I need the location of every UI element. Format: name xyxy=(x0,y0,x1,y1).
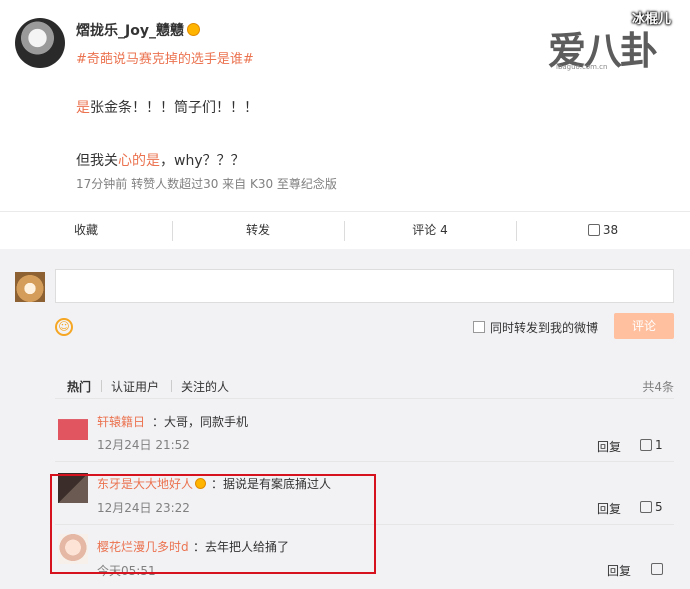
reply-button[interactable]: 回复 xyxy=(597,500,621,517)
watermark-url: ibaguo.com.cn xyxy=(556,63,608,71)
emoji-icon[interactable]: ☺ xyxy=(55,318,73,336)
post-text-line1: 是张金条！！！筒子们！！！ xyxy=(76,97,258,117)
tab-following[interactable]: 关注的人 xyxy=(181,378,229,395)
reply-button[interactable]: 回复 xyxy=(607,562,631,579)
reply-button[interactable]: 回复 xyxy=(597,438,621,455)
comment-like-count: 1 xyxy=(655,438,663,452)
highlight-annotation-box xyxy=(50,474,376,574)
keyword-highlight: 是 xyxy=(76,100,90,116)
sync-forward-label: 同时转发到我的微博 xyxy=(490,321,599,335)
comment-avatar[interactable] xyxy=(58,410,88,440)
post-text-line1-rest: 张金条！！！筒子们！！！ xyxy=(90,100,258,116)
post-text-line2-a: 但我关 xyxy=(76,153,118,169)
author-avatar[interactable] xyxy=(15,18,65,68)
post-text-line2: 但我关心的是，why？？？ xyxy=(76,150,245,170)
post-meta: 17分钟前 转赞人数超过30 来自 K30 至尊纪念版 xyxy=(76,177,337,191)
divider xyxy=(55,398,674,399)
weibo-post: 熠拢乐_Joy_戆戆 #奇葩说马赛克掉的选手是谁# 是张金条！！！筒子们！！！ … xyxy=(0,0,690,211)
comment-like-button[interactable] xyxy=(651,562,666,576)
vip-badge-icon xyxy=(186,23,200,36)
sync-forward-checkbox[interactable] xyxy=(473,321,485,333)
like-count: 38 xyxy=(602,223,619,237)
thumbs-up-icon xyxy=(640,501,652,513)
comment-text: ：大哥，同款手机 xyxy=(152,413,248,430)
comment-like-button[interactable]: 1 xyxy=(640,438,663,452)
post-text-line2-b: ，why？？？ xyxy=(160,153,245,169)
forward-button[interactable]: 转发 xyxy=(172,212,344,250)
comment-button[interactable]: 评论 4 xyxy=(344,212,516,250)
comment-like-count: 5 xyxy=(655,500,663,514)
tab-verified[interactable]: 认证用户 xyxy=(111,378,159,395)
divider xyxy=(55,461,674,462)
site-watermark: 爱八卦 ibaguo.com.cn 冰棍儿 xyxy=(546,8,684,73)
current-user-avatar xyxy=(15,272,45,302)
like-button[interactable]: 38 xyxy=(516,212,690,250)
submit-comment-button[interactable]: 评论 xyxy=(614,313,674,339)
author-name[interactable]: 熠拢乐_Joy_戆戆 xyxy=(76,20,200,40)
tab-hot[interactable]: 热门 xyxy=(67,378,91,395)
collect-button[interactable]: 收藏 xyxy=(0,212,172,250)
thumbs-up-icon xyxy=(640,439,652,451)
comment-colon: ： xyxy=(152,415,165,429)
tab-divider xyxy=(101,380,102,392)
tab-divider xyxy=(171,380,172,392)
post-action-bar: 收藏 转发 评论 4 38 xyxy=(0,211,690,249)
author-name-text[interactable]: 熠拢乐_Joy_戆戆 xyxy=(76,23,184,39)
watermark-tag: 冰棍儿 xyxy=(632,12,672,27)
topic-hashtag[interactable]: #奇葩说马赛克掉的选手是谁# xyxy=(76,48,254,67)
comment-filter-tabs: 热门 认证用户 关注的人 共4条 xyxy=(55,374,674,398)
thumbs-up-icon xyxy=(651,563,663,575)
keyword-highlight: 心的是 xyxy=(118,153,160,169)
comment-input[interactable] xyxy=(55,269,674,303)
thumbs-up-icon xyxy=(587,224,600,236)
comment-time: 12月24日 21:52 xyxy=(97,438,190,452)
comment-total: 共4条 xyxy=(642,380,674,394)
comment-body: 大哥，同款手机 xyxy=(164,415,249,429)
comment-author[interactable]: 轩辕籍日 xyxy=(97,413,145,430)
comment-like-button[interactable]: 5 xyxy=(640,500,663,514)
